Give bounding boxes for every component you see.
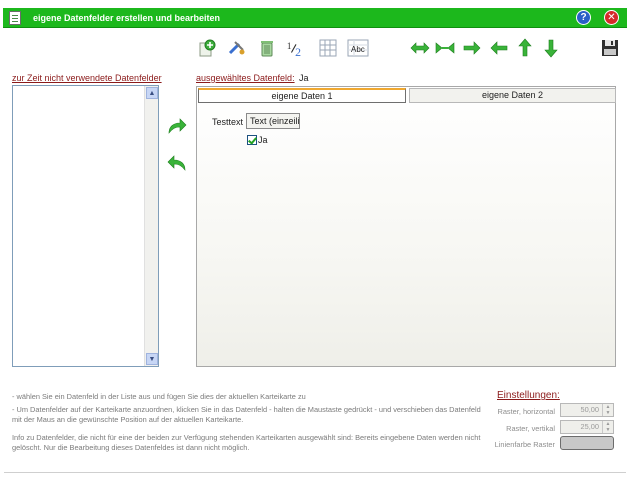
bottom-divider bbox=[4, 472, 626, 473]
app-document-icon bbox=[9, 10, 21, 25]
info-line-2: - Um Datenfelder auf der Karteikarte anz… bbox=[12, 405, 481, 424]
raster-vertical-input[interactable]: 25,00 ▲ ▼ bbox=[560, 420, 614, 434]
arrow-right-icon[interactable] bbox=[462, 38, 482, 58]
raster-horizontal-spinner[interactable]: ▲ ▼ bbox=[602, 404, 613, 416]
unused-fields-heading: zur Zeit nicht verwendete Datenfelder bbox=[12, 73, 162, 83]
tab-eigene-daten-1[interactable]: eigene Daten 1 bbox=[198, 88, 406, 103]
info-line-1: - wählen Sie ein Datenfeld in der Liste … bbox=[12, 392, 306, 401]
info-line-3: Info zu Datenfelder, die nicht für eine … bbox=[12, 433, 481, 452]
arrow-up-icon[interactable] bbox=[515, 38, 535, 58]
edit-tools-icon[interactable] bbox=[227, 38, 247, 58]
raster-horizontal-label: Raster, horizontal bbox=[497, 407, 555, 416]
line-color-label: Linienfarbe Raster bbox=[494, 440, 555, 449]
grid-table-icon[interactable] bbox=[318, 38, 338, 58]
arrow-left-icon[interactable] bbox=[489, 38, 509, 58]
floppy-disk-icon[interactable] bbox=[600, 38, 620, 58]
curved-arrow-right-icon bbox=[168, 118, 187, 134]
line-color-swatch[interactable] bbox=[560, 436, 614, 450]
raster-horizontal-value: 50,00 bbox=[580, 405, 600, 414]
move-left-right-icon[interactable] bbox=[410, 38, 430, 58]
collapse-horizontal-icon[interactable] bbox=[435, 38, 455, 58]
ja-checkbox-label: Ja bbox=[258, 135, 268, 145]
tab-eigene-daten-2[interactable]: eigene Daten 2 bbox=[409, 88, 616, 103]
testtext-label: Testtext bbox=[212, 117, 244, 127]
arrow-down-icon[interactable] bbox=[541, 38, 561, 58]
raster-vertical-spinner[interactable]: ▲ ▼ bbox=[602, 421, 613, 433]
help-button[interactable]: ? bbox=[576, 10, 591, 25]
testtext-field[interactable]: Text (einzeili bbox=[246, 113, 300, 129]
title-bar: eigene Datenfelder erstellen und bearbei… bbox=[3, 8, 627, 28]
scroll-down-button[interactable]: ▼ bbox=[146, 353, 158, 365]
raster-horizontal-input[interactable]: 50,00 ▲ ▼ bbox=[560, 403, 614, 417]
raster-vertical-label: Raster, vertikal bbox=[506, 424, 555, 433]
selected-field-label: ausgewähltes Datenfeld: bbox=[196, 73, 295, 83]
svg-text:Abc: Abc bbox=[351, 45, 365, 54]
add-field-icon[interactable] bbox=[197, 38, 217, 58]
svg-text:2: 2 bbox=[295, 45, 301, 58]
curved-arrow-left-icon bbox=[167, 155, 186, 171]
text-field-icon[interactable]: Abc bbox=[347, 38, 369, 58]
svg-text:1: 1 bbox=[287, 41, 292, 51]
selected-field-value: Ja bbox=[299, 73, 309, 83]
scroll-up-button[interactable]: ▲ bbox=[146, 87, 158, 99]
close-button[interactable]: ✕ bbox=[604, 10, 619, 25]
trash-icon[interactable] bbox=[257, 38, 277, 58]
settings-title: Einstellungen: bbox=[497, 390, 560, 401]
ja-checkbox[interactable] bbox=[247, 135, 257, 145]
window-title: eigene Datenfelder erstellen und bearbei… bbox=[33, 12, 221, 23]
number-sequence-icon[interactable]: 1 2 bbox=[286, 38, 306, 58]
unused-fields-list[interactable]: ▲ ▼ bbox=[12, 85, 159, 367]
remove-from-card-button[interactable] bbox=[166, 153, 188, 173]
list-scrollbar[interactable]: ▲ ▼ bbox=[144, 86, 158, 366]
raster-vertical-value: 25,00 bbox=[580, 422, 600, 431]
add-to-card-button[interactable] bbox=[166, 116, 188, 136]
